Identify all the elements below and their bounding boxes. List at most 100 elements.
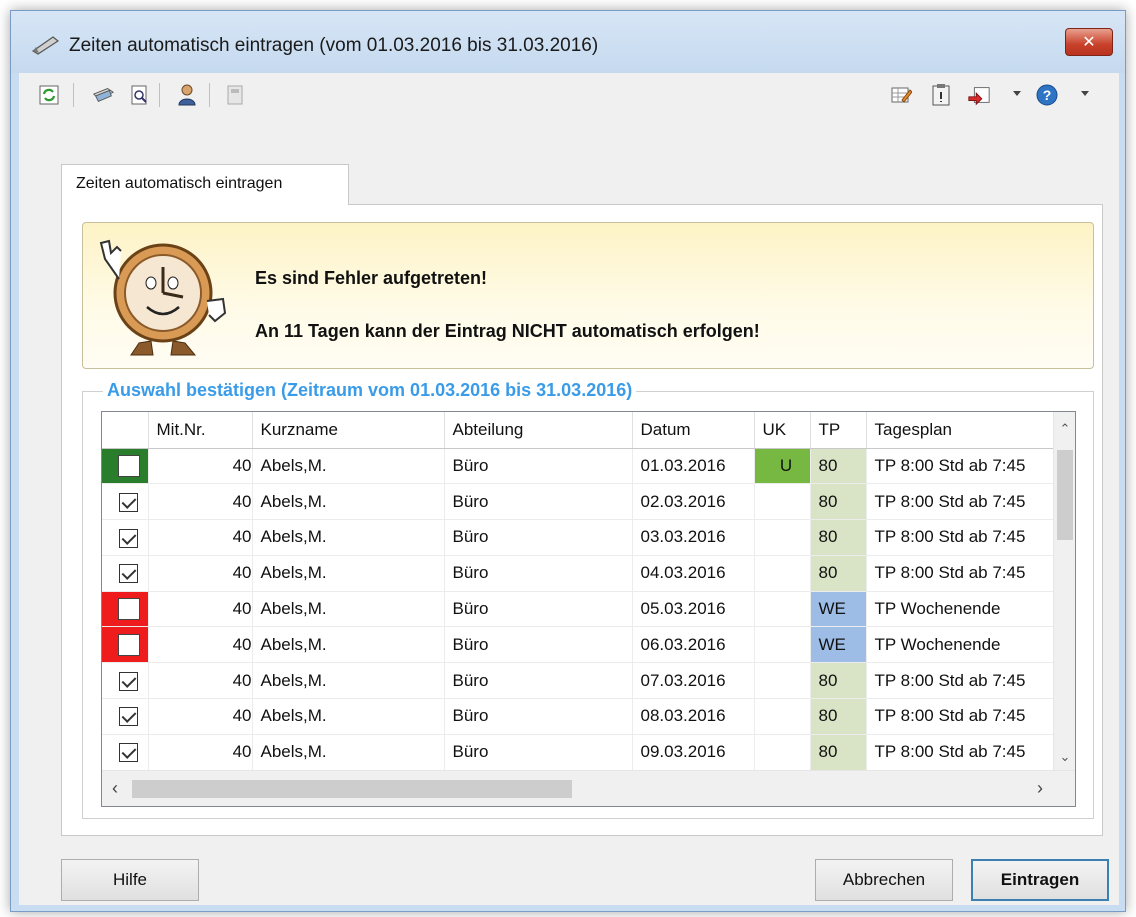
column-header-mitnr[interactable]: Mit.Nr. xyxy=(148,412,253,449)
cell-tagesplan: TP Wochenende xyxy=(866,591,1056,628)
cell-kurzname: Abels,M. xyxy=(252,626,445,664)
disabled-icon xyxy=(223,83,247,107)
cell-mitnr: 40 xyxy=(148,734,253,771)
row-select-cell[interactable] xyxy=(102,519,149,556)
scroll-down-icon[interactable]: ⌄ xyxy=(1054,746,1075,768)
toolbar-separator xyxy=(209,83,210,107)
cell-mitnr: 40 xyxy=(148,448,253,485)
title-bar[interactable]: Zeiten automatisch eintragen (vom 01.03.… xyxy=(11,11,1125,73)
table-row[interactable]: 40 Abels,M. Büro 01.03.2016 U 80 TP 8:00 Std a… xyxy=(102,448,1056,485)
row-select-cell[interactable] xyxy=(102,555,149,592)
column-header-datum[interactable]: Datum xyxy=(632,412,755,449)
checkbox-unchecked[interactable] xyxy=(117,454,140,477)
cell-datum: 07.03.2016 xyxy=(632,662,755,700)
cell-kurzname: Abels,M. xyxy=(252,698,445,735)
column-header-tp[interactable]: TP xyxy=(810,412,867,449)
column-header-tagesplan[interactable]: Tagesplan xyxy=(866,412,1056,449)
row-select-cell[interactable] xyxy=(102,591,149,628)
table-row[interactable]: 40 Abels,M. Büro 05.03.2016 WE TP Wochenende xyxy=(102,591,1056,628)
checkbox-checked[interactable] xyxy=(119,707,139,727)
help-dropdown-arrow[interactable] xyxy=(1081,91,1089,96)
tab-zeiten-automatisch-eintragen[interactable]: Zeiten automatisch eintragen xyxy=(61,164,349,205)
cell-datum: 08.03.2016 xyxy=(632,698,755,735)
cell-tp: 80 xyxy=(810,662,867,700)
checkbox-checked[interactable] xyxy=(119,528,139,548)
column-header-select[interactable] xyxy=(102,412,149,449)
vertical-scrollbar[interactable]: ⌃ ⌄ xyxy=(1053,412,1075,770)
cell-datum: 03.03.2016 xyxy=(632,519,755,556)
table-row[interactable]: 40 Abels,M. Büro 06.03.2016 WE TP Wochenende xyxy=(102,626,1056,664)
print-icon[interactable] xyxy=(91,83,115,107)
submit-button[interactable]: Eintragen xyxy=(971,859,1109,901)
close-button[interactable]: ✕ xyxy=(1065,28,1113,56)
checkbox-unchecked[interactable] xyxy=(117,598,140,621)
selection-grid[interactable]: Mit.Nr. Kurzname Abteilung Datum UK TP T… xyxy=(101,411,1076,807)
print-preview-icon[interactable] xyxy=(127,83,151,107)
column-header-kurzname[interactable]: Kurzname xyxy=(252,412,445,449)
scroll-up-icon[interactable]: ⌃ xyxy=(1054,418,1075,440)
cell-abteilung: Büro xyxy=(444,734,633,771)
row-select-cell[interactable] xyxy=(102,734,149,771)
cell-abteilung: Büro xyxy=(444,555,633,592)
clipboard-icon[interactable] xyxy=(929,83,953,107)
error-alert: Es sind Fehler aufgetreten! An 11 Tagen … xyxy=(82,222,1094,369)
horizontal-scrollbar[interactable]: ‹ › xyxy=(102,770,1075,806)
alert-message: An 11 Tagen kann der Eintrag NICHT autom… xyxy=(255,321,760,341)
scroll-left-icon[interactable]: ‹ xyxy=(112,778,118,799)
pen-icon xyxy=(31,36,60,55)
cell-tagesplan: TP 8:00 Std ab 7:45 xyxy=(866,448,1056,485)
horizontal-scroll-thumb[interactable] xyxy=(132,780,572,798)
cell-abteilung: Büro xyxy=(444,483,633,521)
row-select-cell[interactable] xyxy=(102,448,149,485)
scroll-right-icon[interactable]: › xyxy=(1037,778,1043,799)
cancel-button[interactable]: Abbrechen xyxy=(815,859,953,901)
table-row[interactable]: 40 Abels,M. Büro 07.03.2016 80 TP 8:00 Std ab… xyxy=(102,662,1056,700)
cell-tp: 80 xyxy=(810,519,867,556)
cell-uk xyxy=(754,483,811,521)
cell-abteilung: Büro xyxy=(444,626,633,664)
row-select-cell[interactable] xyxy=(102,626,149,664)
table-row[interactable]: 40 Abels,M. Büro 02.03.2016 80 TP 8:00 Std ab… xyxy=(102,483,1056,521)
checkbox-checked[interactable] xyxy=(119,743,139,763)
vertical-scroll-thumb[interactable] xyxy=(1057,450,1073,540)
checkbox-checked[interactable] xyxy=(119,671,139,691)
cell-kurzname: Abels,M. xyxy=(252,519,445,556)
cell-uk xyxy=(754,591,811,628)
column-header-abteilung[interactable]: Abteilung xyxy=(444,412,633,449)
dialog-window: Zeiten automatisch eintragen (vom 01.03.… xyxy=(10,10,1126,912)
cell-kurzname: Abels,M. xyxy=(252,448,445,485)
cell-uk xyxy=(754,698,811,735)
table-header-row: Mit.Nr. Kurzname Abteilung Datum UK TP T… xyxy=(102,412,1056,449)
refresh-icon[interactable] xyxy=(37,83,61,107)
cell-mitnr: 40 xyxy=(148,626,253,664)
exit-icon[interactable] xyxy=(967,83,991,107)
window-title: Zeiten automatisch eintragen (vom 01.03.… xyxy=(69,35,599,56)
selection-groupbox: Auswahl bestätigen (Zeitraum vom 01.03.2… xyxy=(82,380,1094,819)
cell-kurzname: Abels,M. xyxy=(252,591,445,628)
row-select-cell[interactable] xyxy=(102,483,149,521)
checkbox-unchecked[interactable] xyxy=(117,633,140,656)
cell-datum: 01.03.2016 xyxy=(632,448,755,485)
column-header-uk[interactable]: UK xyxy=(754,412,811,449)
table-row[interactable]: 40 Abels,M. Büro 08.03.2016 80 TP 8:00 Std ab… xyxy=(102,698,1056,735)
cell-mitnr: 40 xyxy=(148,483,253,521)
row-select-cell[interactable] xyxy=(102,698,149,735)
checkbox-checked[interactable] xyxy=(119,492,139,512)
row-select-cell[interactable] xyxy=(102,662,149,700)
exit-dropdown-arrow[interactable] xyxy=(1013,91,1021,96)
cell-mitnr: 40 xyxy=(148,698,253,735)
user-icon[interactable] xyxy=(175,83,199,107)
cell-datum: 09.03.2016 xyxy=(632,734,755,771)
table-row[interactable]: 40 Abels,M. Büro 04.03.2016 80 TP 8:00 Std ab… xyxy=(102,555,1056,592)
cell-datum: 06.03.2016 xyxy=(632,626,755,664)
help-button[interactable]: Hilfe xyxy=(61,859,199,901)
table-row[interactable]: 40 Abels,M. Büro 03.03.2016 80 TP 8:00 Std ab… xyxy=(102,519,1056,556)
table-row[interactable]: 40 Abels,M. Büro 09.03.2016 80 TP 8:00 Std ab… xyxy=(102,734,1056,771)
edit-table-icon[interactable] xyxy=(889,83,913,107)
checkbox-checked[interactable] xyxy=(119,564,139,584)
tab-panel: Es sind Fehler aufgetreten! An 11 Tagen … xyxy=(61,204,1103,836)
help-icon[interactable]: ? xyxy=(1035,83,1059,107)
cell-tp: WE xyxy=(810,591,867,628)
toolbar-separator xyxy=(159,83,160,107)
cell-kurzname: Abels,M. xyxy=(252,734,445,771)
